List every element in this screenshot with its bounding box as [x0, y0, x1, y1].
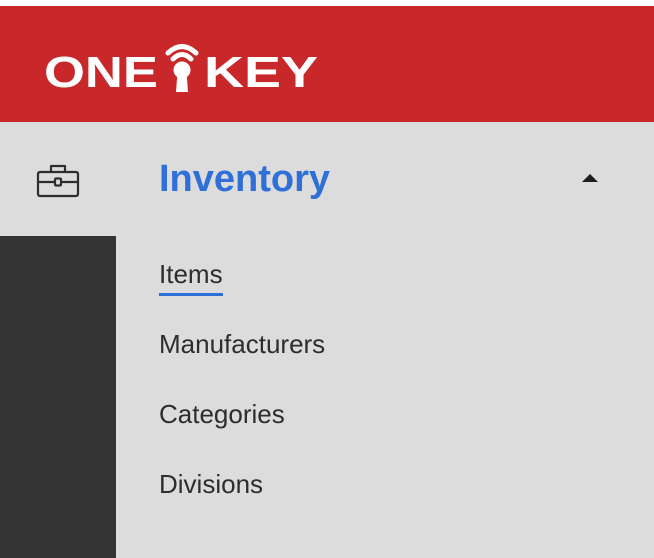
app-header: ONE KEY [0, 6, 654, 122]
nav-section-inventory[interactable]: Inventory [159, 156, 330, 202]
nav-item-manufacturers[interactable]: Manufacturers [159, 328, 325, 360]
onekey-logo[interactable]: ONE KEY [44, 35, 334, 95]
toolbox-icon [36, 164, 80, 198]
sidebar-rail [0, 236, 116, 558]
svg-text:KEY: KEY [204, 48, 318, 95]
nav-item-items[interactable]: Items [159, 258, 223, 296]
nav-item-divisions[interactable]: Divisions [159, 468, 263, 500]
svg-text:ONE: ONE [44, 48, 158, 95]
caret-up-icon[interactable] [578, 170, 602, 186]
nav-item-categories[interactable]: Categories [159, 398, 285, 430]
